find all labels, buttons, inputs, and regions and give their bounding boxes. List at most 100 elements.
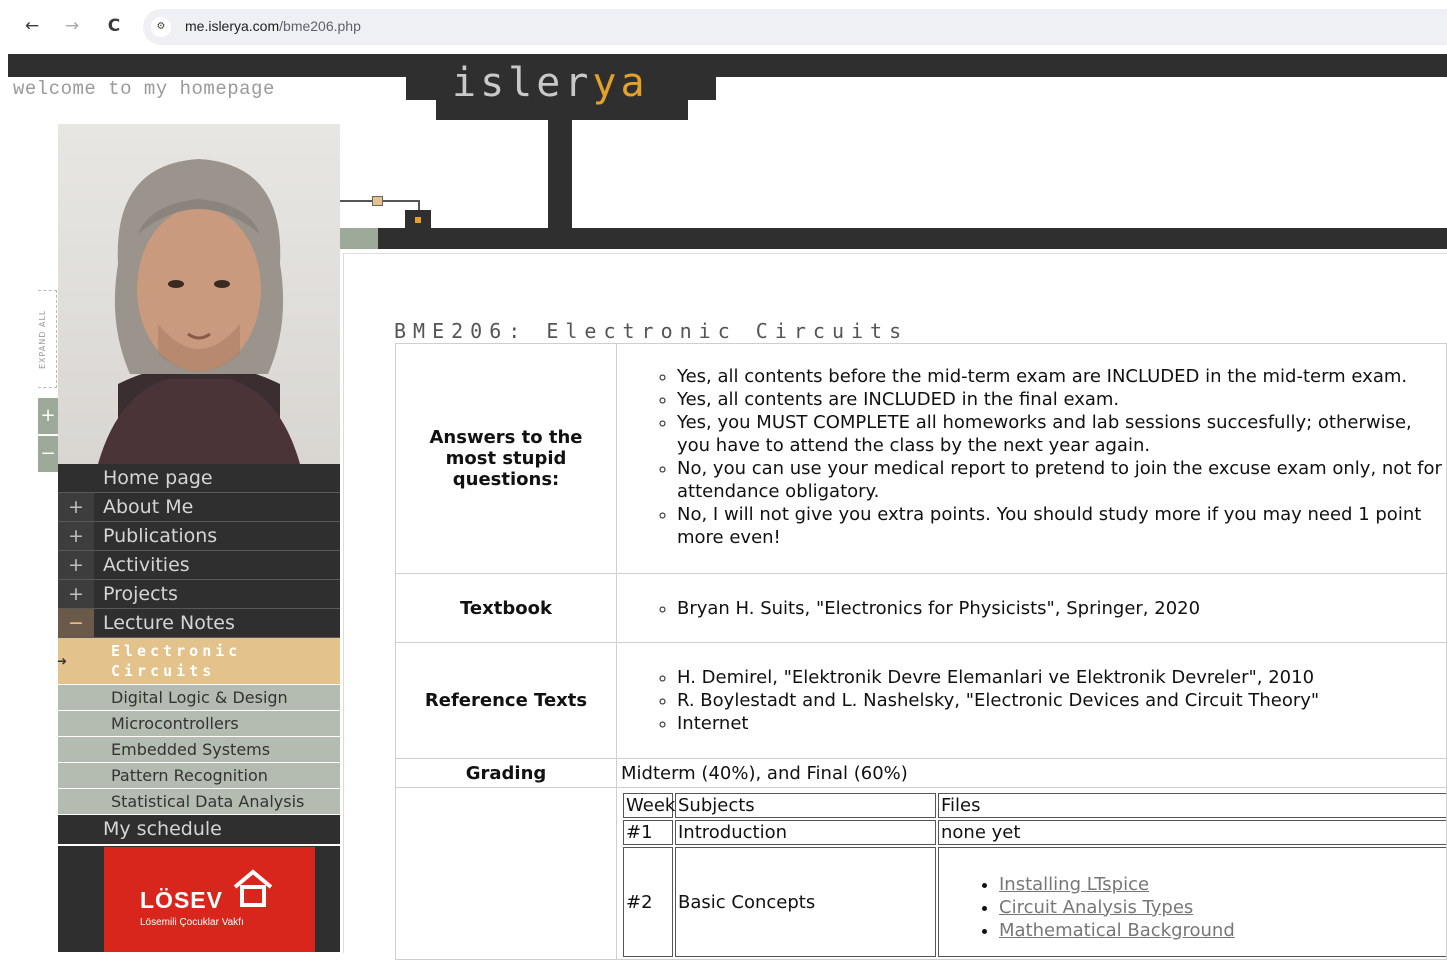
grading-value: Midterm (40%), and Final (60%) bbox=[616, 758, 1447, 788]
profile-photo bbox=[58, 124, 340, 464]
submenu-label: Microcontrollers bbox=[111, 714, 239, 733]
textbook-cell: Bryan H. Suits, "Electronics for Physici… bbox=[616, 573, 1447, 643]
menu-label: About Me bbox=[103, 496, 194, 518]
page-title: BME206: Electronic Circuits bbox=[394, 319, 909, 343]
weeks-table: Week Subjects Files #1 Introduction none… bbox=[621, 791, 1447, 959]
menu-label: Publications bbox=[103, 525, 218, 547]
menu-item-publications[interactable]: + Publications bbox=[58, 522, 340, 551]
answers-cell: Yes, all contents before the mid-term ex… bbox=[616, 343, 1447, 574]
reload-icon[interactable]: C bbox=[102, 14, 126, 38]
course-info-table: Answers to the most stupid questions: Ye… bbox=[395, 343, 1447, 960]
losev-banner[interactable]: LÖSEV Lösemili Çocuklar Vakfı bbox=[104, 847, 315, 952]
schedule-label-empty bbox=[395, 787, 617, 960]
list-item: Circuit Analysis Types bbox=[999, 896, 1447, 919]
list-item: Yes, all contents before the mid-term ex… bbox=[677, 365, 1446, 388]
submenu-label: Statistical Data Analysis bbox=[111, 792, 305, 811]
logo-accent: ya bbox=[592, 60, 649, 106]
list-item: H. Demirel, "Elektronik Devre Elemanlari… bbox=[677, 666, 1446, 689]
list-item: Internet bbox=[677, 712, 1446, 735]
expand-all-button[interactable]: EXPAND ALL bbox=[38, 290, 57, 388]
reference-cell: H. Demirel, "Elektronik Devre Elemanlari… bbox=[616, 642, 1447, 759]
week-number: #1 bbox=[623, 820, 673, 845]
submenu-item-statistical-data-analysis[interactable]: Statistical Data Analysis bbox=[58, 789, 340, 815]
table-row: Week Subjects Files #1 Introduction none… bbox=[395, 787, 1447, 960]
top-bar bbox=[8, 54, 1447, 77]
reference-label: Reference Texts bbox=[395, 642, 617, 759]
list-item: Mathematical Background bbox=[999, 919, 1447, 942]
submenu-item-embedded-systems[interactable]: Embedded Systems bbox=[58, 737, 340, 763]
chip-light bbox=[415, 217, 421, 223]
list-item: No, you can use your medical report to p… bbox=[677, 457, 1446, 503]
menu-label: Activities bbox=[103, 554, 190, 576]
sidebar-menu: Home page + About Me + Publications + Activ… bbox=[58, 464, 340, 844]
menu-item-lecture-notes[interactable]: − Lecture Notes bbox=[58, 609, 340, 638]
banner-subtitle: Lösemili Çocuklar Vakfı bbox=[140, 917, 244, 928]
circuit-chip bbox=[405, 210, 431, 230]
forward-arrow-icon[interactable]: → bbox=[60, 14, 84, 38]
week-subject: Introduction bbox=[675, 820, 936, 845]
grey-block bbox=[340, 228, 378, 249]
list-item: Yes, you MUST COMPLETE all homeworks and… bbox=[677, 411, 1446, 457]
plus-icon[interactable]: + bbox=[58, 580, 94, 608]
site-info-icon[interactable]: ⚙ bbox=[151, 17, 171, 37]
header-bar bbox=[378, 228, 1447, 249]
submenu-label: Electronic Circuits bbox=[111, 642, 242, 680]
submenu-item-digital-logic[interactable]: Digital Logic & Design bbox=[58, 685, 340, 711]
list-item: Yes, all contents are INCLUDED in the fi… bbox=[677, 388, 1446, 411]
menu-label: My schedule bbox=[103, 818, 222, 840]
textbook-label: Textbook bbox=[395, 573, 617, 643]
circuit-node bbox=[372, 196, 383, 206]
submenu-item-pattern-recognition[interactable]: Pattern Recognition bbox=[58, 763, 340, 789]
url-host: me.islerya.com bbox=[185, 18, 280, 34]
menu-item-schedule[interactable]: My schedule bbox=[58, 815, 340, 844]
submenu-item-electronic-circuits[interactable]: Electronic Circuits bbox=[58, 638, 340, 685]
submenu-item-microcontrollers[interactable]: Microcontrollers bbox=[58, 711, 340, 737]
file-link-circuit-analysis[interactable]: Circuit Analysis Types bbox=[999, 897, 1193, 918]
house-icon bbox=[233, 869, 273, 907]
weeks-header-row: Week Subjects Files bbox=[623, 793, 1447, 818]
table-row: #1 Introduction none yet bbox=[623, 820, 1447, 845]
portrait-image bbox=[98, 159, 300, 464]
logo-stem bbox=[548, 118, 572, 230]
site-logo[interactable]: islerya bbox=[452, 60, 649, 106]
answers-label: Answers to the most stupid questions: bbox=[395, 343, 617, 574]
grading-label: Grading bbox=[395, 758, 617, 788]
subjects-header: Subjects bbox=[675, 793, 936, 818]
browser-toolbar: ← → C ⚙ me.islerya.com/bme206.php bbox=[0, 0, 1447, 54]
list-item: R. Boylestadt and L. Nashelsky, "Electro… bbox=[677, 689, 1446, 712]
plus-icon[interactable]: + bbox=[58, 522, 94, 550]
table-row: #2 Basic Concepts Installing LTspice Cir… bbox=[623, 847, 1447, 957]
collapse-minus-button[interactable]: − bbox=[38, 436, 58, 472]
table-row: Textbook Bryan H. Suits, "Electronics fo… bbox=[395, 573, 1447, 643]
week-files: none yet bbox=[938, 820, 1447, 845]
plus-icon[interactable]: + bbox=[58, 551, 94, 579]
menu-item-projects[interactable]: + Projects bbox=[58, 580, 340, 609]
menu-label: Home page bbox=[103, 467, 213, 489]
week-subject: Basic Concepts bbox=[675, 847, 936, 957]
menu-item-activities[interactable]: + Activities bbox=[58, 551, 340, 580]
list-item: Bryan H. Suits, "Electronics for Physici… bbox=[677, 597, 1446, 620]
logo-main: isler bbox=[452, 60, 593, 106]
expand-plus-button[interactable]: + bbox=[38, 398, 58, 434]
submenu-label: Embedded Systems bbox=[111, 740, 271, 759]
url-text: me.islerya.com/bme206.php bbox=[185, 18, 361, 34]
list-item: Installing LTspice bbox=[999, 873, 1447, 896]
file-link-math-background[interactable]: Mathematical Background bbox=[999, 920, 1235, 941]
week-number: #2 bbox=[623, 847, 673, 957]
menu-label: Lecture Notes bbox=[103, 612, 235, 634]
submenu-label: Digital Logic & Design bbox=[111, 688, 288, 707]
week-files: Installing LTspice Circuit Analysis Type… bbox=[938, 847, 1447, 957]
table-row: Grading Midterm (40%), and Final (60%) bbox=[395, 758, 1447, 788]
menu-item-home[interactable]: Home page bbox=[58, 464, 340, 493]
address-bar[interactable]: ⚙ me.islerya.com/bme206.php bbox=[143, 9, 1447, 45]
menu-item-about[interactable]: + About Me bbox=[58, 493, 340, 522]
menu-label: Projects bbox=[103, 583, 178, 605]
file-link-ltspice[interactable]: Installing LTspice bbox=[999, 874, 1149, 895]
plus-icon[interactable]: + bbox=[58, 493, 94, 521]
minus-icon[interactable]: − bbox=[58, 609, 94, 637]
table-row: Reference Texts H. Demirel, "Elektronik … bbox=[395, 642, 1447, 759]
files-header: Files bbox=[938, 793, 1447, 818]
back-arrow-icon[interactable]: ← bbox=[20, 14, 44, 38]
welcome-text: welcome to my homepage bbox=[13, 78, 275, 100]
url-path: /bme206.php bbox=[279, 18, 361, 34]
